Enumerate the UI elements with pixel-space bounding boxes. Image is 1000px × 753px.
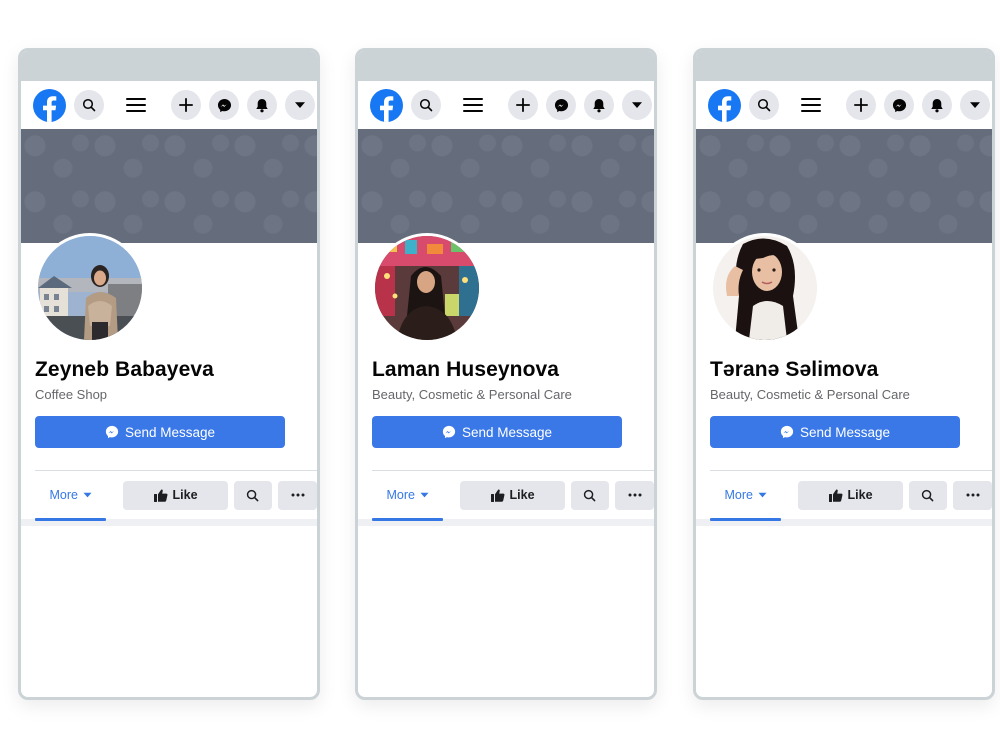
profile-phone-3: Təranə Səlimova Beauty, Cosmetic & Perso…	[693, 48, 995, 700]
caret-down-icon	[420, 492, 429, 498]
messenger-icon[interactable]	[546, 90, 576, 120]
bell-icon[interactable]	[922, 90, 952, 120]
like-button[interactable]: Like	[123, 480, 228, 510]
top-navbar	[358, 81, 654, 129]
facebook-logo-icon[interactable]	[708, 88, 741, 122]
profile-phone-2: Laman Huseynova Beauty, Cosmetic & Perso…	[355, 48, 657, 700]
more-label: More	[49, 488, 78, 502]
page-category: Beauty, Cosmetic & Personal Care	[372, 387, 572, 402]
profile-info: Təranə Səlimova Beauty, Cosmetic & Perso…	[696, 357, 992, 448]
avatar[interactable]	[372, 233, 482, 343]
page-title: Laman Huseynova	[372, 358, 560, 381]
tab-more[interactable]: More	[35, 476, 107, 521]
messenger-icon	[780, 425, 794, 439]
ellipsis-icon	[628, 493, 642, 497]
send-message-button[interactable]: Send Message	[372, 416, 622, 448]
search-icon	[247, 489, 259, 501]
caret-down-icon[interactable]	[960, 90, 990, 120]
page-category: Beauty, Cosmetic & Personal Care	[710, 387, 910, 402]
messenger-icon	[105, 425, 119, 439]
send-message-button[interactable]: Send Message	[710, 416, 960, 448]
search-page-button[interactable]	[908, 480, 948, 510]
more-label: More	[386, 488, 415, 502]
cover-photo[interactable]	[21, 129, 317, 243]
search-icon[interactable]	[411, 90, 441, 120]
avatar[interactable]	[710, 233, 820, 343]
page-category: Coffee Shop	[35, 387, 108, 402]
bell-icon[interactable]	[584, 90, 614, 120]
status-bar	[696, 51, 992, 81]
like-button[interactable]: Like	[460, 480, 565, 510]
cover-photo[interactable]	[696, 129, 992, 243]
search-icon[interactable]	[749, 90, 779, 120]
profile-info: Laman Huseynova Beauty, Cosmetic & Perso…	[358, 357, 654, 448]
action-row: More Like	[21, 471, 317, 521]
ellipsis-icon	[966, 493, 980, 497]
caret-down-icon[interactable]	[285, 90, 315, 120]
search-icon	[584, 489, 596, 501]
like-label: Like	[509, 488, 535, 502]
avatar[interactable]	[35, 233, 145, 343]
thumbs-up-icon	[828, 489, 842, 502]
search-page-button[interactable]	[570, 480, 610, 510]
thumbs-up-icon	[490, 489, 504, 502]
cover-photo[interactable]	[358, 129, 654, 243]
send-message-button[interactable]: Send Message	[35, 416, 285, 448]
facebook-logo-icon[interactable]	[33, 88, 66, 122]
page-title: Zeyneb Babayeva	[35, 358, 214, 381]
messenger-icon[interactable]	[209, 90, 239, 120]
action-row: More Like	[358, 471, 654, 521]
more-label: More	[724, 488, 753, 502]
page-title: Təranə Səlimova	[710, 358, 879, 381]
top-navbar	[696, 81, 992, 129]
status-bar	[21, 51, 317, 81]
like-button[interactable]: Like	[798, 480, 903, 510]
search-icon	[922, 489, 934, 501]
bell-icon[interactable]	[247, 90, 277, 120]
top-navbar	[21, 81, 317, 129]
send-message-label: Send Message	[461, 424, 553, 440]
tab-more[interactable]: More	[710, 476, 782, 521]
hamburger-menu-icon[interactable]	[796, 90, 826, 120]
ellipsis-icon	[291, 493, 305, 497]
like-label: Like	[172, 488, 198, 502]
more-options-button[interactable]	[953, 480, 992, 510]
messenger-icon	[442, 425, 456, 439]
hamburger-menu-icon[interactable]	[458, 90, 488, 120]
search-page-button[interactable]	[233, 480, 273, 510]
more-options-button[interactable]	[615, 480, 654, 510]
messenger-icon[interactable]	[884, 90, 914, 120]
tab-more[interactable]: More	[372, 476, 444, 521]
thumbs-up-icon	[153, 489, 167, 502]
status-bar	[358, 51, 654, 81]
action-row: More Like	[696, 471, 992, 521]
plus-icon[interactable]	[508, 90, 538, 120]
send-message-label: Send Message	[124, 424, 216, 440]
send-message-label: Send Message	[799, 424, 891, 440]
profile-phone-1: Zeyneb Babayeva Coffee Shop Send Message…	[18, 48, 320, 700]
more-options-button[interactable]	[278, 480, 317, 510]
caret-down-icon	[83, 492, 92, 498]
caret-down-icon[interactable]	[622, 90, 652, 120]
plus-icon[interactable]	[846, 90, 876, 120]
profile-info: Zeyneb Babayeva Coffee Shop Send Message	[21, 357, 317, 448]
search-icon[interactable]	[74, 90, 104, 120]
hamburger-menu-icon[interactable]	[121, 90, 151, 120]
plus-icon[interactable]	[171, 90, 201, 120]
caret-down-icon	[758, 492, 767, 498]
like-label: Like	[847, 488, 873, 502]
facebook-logo-icon[interactable]	[370, 88, 403, 122]
